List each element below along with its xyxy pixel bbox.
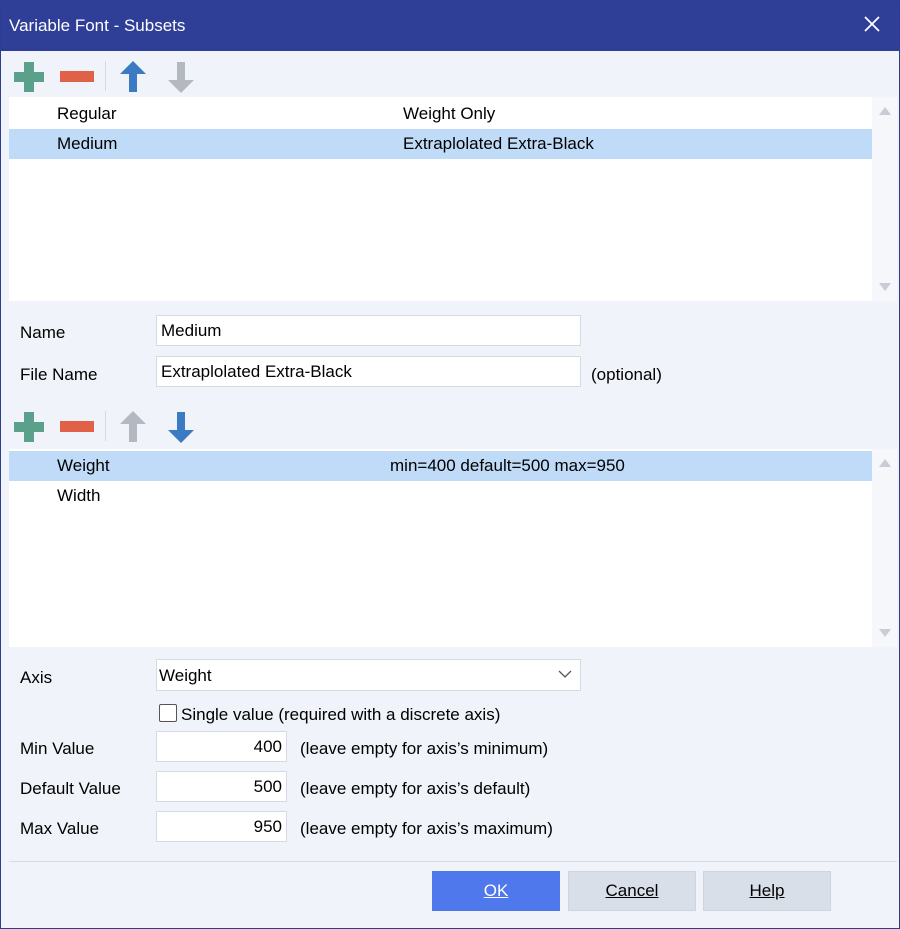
ok-button-label: OK (483, 881, 509, 900)
subsets-toolbar (9, 57, 209, 97)
axes-list: Weight min=400 default=500 max=950 Width (9, 449, 897, 647)
close-icon[interactable] (859, 11, 885, 37)
help-button[interactable]: Help (703, 871, 831, 911)
toolbar-separator (105, 411, 106, 441)
dialog-window: Variable Font - Subsets Regular Weight O… (0, 0, 900, 929)
max-value-label: Max Value (20, 819, 100, 838)
subsets-scrollbar[interactable] (872, 97, 897, 301)
min-value-hint: (leave empty for axis’s minimum) (300, 739, 549, 758)
move-axis-down-button[interactable] (161, 407, 201, 447)
single-value-label: Single value (required with a discrete a… (181, 705, 501, 724)
default-value-label: Default Value (20, 779, 121, 798)
add-axis-button[interactable] (9, 407, 49, 447)
subset-row-regular[interactable]: Regular Weight Only (9, 99, 872, 129)
axes-scrollbar[interactable] (872, 449, 897, 647)
single-value-checkbox[interactable] (159, 704, 177, 722)
add-subset-button[interactable] (9, 57, 49, 97)
scroll-up-icon[interactable] (879, 107, 891, 115)
chevron-down-icon (558, 670, 572, 678)
scroll-down-icon[interactable] (879, 629, 891, 637)
help-button-label: Help (749, 881, 785, 900)
axes-toolbar (9, 407, 209, 447)
subset-file: Extraplolated Extra-Black (403, 134, 594, 153)
subset-file: Weight Only (403, 104, 496, 123)
window-title: Variable Font - Subsets (9, 16, 186, 35)
max-value-field[interactable] (156, 811, 287, 842)
scroll-down-icon[interactable] (879, 283, 891, 291)
min-value-label: Min Value (20, 739, 95, 758)
remove-subset-button[interactable] (57, 57, 97, 97)
scroll-up-icon[interactable] (879, 459, 891, 467)
axis-dropdown[interactable]: Weight (156, 659, 581, 691)
subset-name: Medium (57, 134, 118, 153)
file-name-field[interactable] (156, 356, 581, 387)
default-value-field[interactable] (156, 771, 287, 802)
axis-label: Axis (20, 668, 53, 687)
remove-axis-button[interactable] (57, 407, 97, 447)
title-bar: Variable Font - Subsets (1, 1, 899, 51)
name-field[interactable] (156, 315, 581, 346)
file-name-hint: (optional) (591, 365, 662, 384)
subsets-list: Regular Weight Only Medium Extraplolated… (9, 97, 897, 301)
subset-name: Regular (57, 104, 117, 123)
ok-button[interactable]: OK (432, 871, 560, 911)
subset-row-medium[interactable]: Medium Extraplolated Extra-Black (9, 129, 872, 159)
move-axis-up-button[interactable] (113, 407, 153, 447)
file-name-label: File Name (20, 365, 98, 384)
axis-dropdown-value: Weight (159, 666, 212, 685)
cancel-button[interactable]: Cancel (568, 871, 696, 911)
min-value-field[interactable] (156, 731, 287, 762)
move-subset-down-button[interactable] (161, 57, 201, 97)
toolbar-separator (105, 61, 106, 91)
axis-row-width[interactable]: Width (9, 481, 872, 511)
cancel-button-label: Cancel (605, 881, 659, 900)
axis-name: Width (57, 486, 101, 505)
footer-divider (9, 861, 897, 862)
move-subset-up-button[interactable] (113, 57, 153, 97)
max-value-hint: (leave empty for axis’s maximum) (300, 819, 553, 838)
axis-name: Weight (57, 456, 110, 475)
name-label: Name (20, 323, 66, 342)
default-value-hint: (leave empty for axis’s default) (300, 779, 531, 798)
axis-range: min=400 default=500 max=950 (390, 456, 625, 475)
axis-row-weight[interactable]: Weight min=400 default=500 max=950 (9, 451, 872, 481)
